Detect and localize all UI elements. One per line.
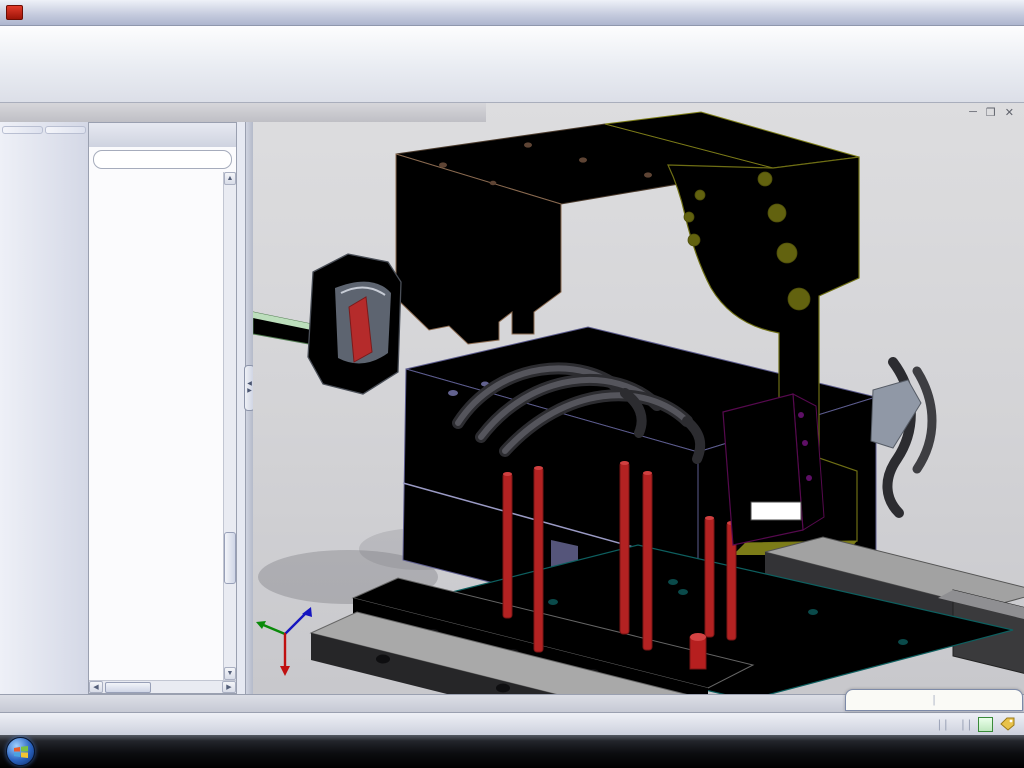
scroll-thumb[interactable] — [224, 532, 236, 584]
feature-tooltip — [751, 502, 801, 520]
command-manager-ribbon — [0, 26, 1024, 103]
feature-manager-panel: ▲ ▼ ◀ ▶ — [88, 122, 237, 694]
title-bar — [0, 0, 1024, 26]
hscroll-thumb[interactable] — [105, 682, 151, 693]
doc-restore-icon[interactable]: ❒ — [986, 106, 996, 119]
orientation-triad — [256, 607, 312, 676]
solidworks-window: ▲ ▼ ◀ ▶ ◀▶ — [0, 0, 1024, 768]
workspace: ▲ ▼ ◀ ▶ ◀▶ — [0, 103, 1024, 694]
feature-tree — [89, 172, 223, 680]
scroll-track — [224, 185, 236, 667]
quick-tips-icon[interactable] — [978, 717, 993, 732]
toolbar-column-1 — [2, 126, 43, 134]
feature-filter-box[interactable] — [93, 150, 232, 169]
windows-taskbar — [0, 735, 1024, 768]
status-bar: | | | | — [0, 712, 1024, 735]
tag-icon[interactable] — [1000, 717, 1016, 731]
panel-splitter[interactable]: ◀▶ — [245, 103, 253, 694]
scroll-right-icon[interactable]: ▶ — [222, 681, 236, 693]
toolbar-column-2 — [45, 126, 86, 134]
filter-input[interactable] — [104, 154, 246, 166]
solidworks-logo-icon — [6, 5, 23, 20]
network-speed-widget: | — [845, 689, 1023, 711]
doc-close-icon[interactable]: ✕ — [1005, 106, 1014, 119]
start-button[interactable] — [6, 737, 35, 766]
scroll-left-icon[interactable]: ◀ — [89, 681, 103, 693]
command-tab-strip — [0, 103, 486, 122]
tree-vertical-scrollbar[interactable]: ▲ ▼ — [223, 172, 236, 680]
document-window-controls: ─ ❒ ✕ — [969, 106, 1014, 119]
feature-toolbars — [0, 122, 88, 694]
scroll-up-icon[interactable]: ▲ — [224, 172, 236, 185]
graphics-viewport[interactable]: ─ ❒ ✕ — [253, 103, 1024, 694]
app-logo — [4, 5, 33, 20]
left-zone: ▲ ▼ ◀ ▶ — [0, 103, 245, 694]
scroll-down-icon[interactable]: ▼ — [224, 667, 236, 680]
feature-tree-body: ▲ ▼ — [89, 172, 236, 680]
feature-manager-tabs — [89, 123, 236, 147]
windows-flag-icon — [13, 744, 29, 760]
tree-horizontal-scrollbar[interactable]: ◀ ▶ — [89, 680, 236, 693]
model-scene — [253, 103, 1024, 694]
doc-minimize-icon[interactable]: ─ — [969, 106, 977, 119]
